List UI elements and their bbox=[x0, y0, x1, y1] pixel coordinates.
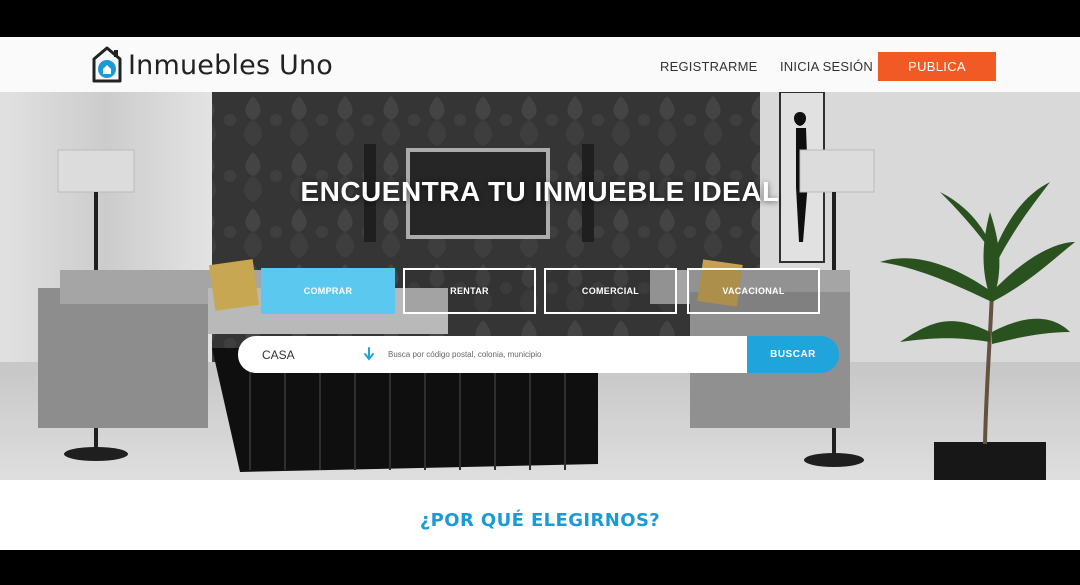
login-link[interactable]: INICIA SESIÓN bbox=[780, 59, 873, 74]
arrow-down-icon[interactable] bbox=[364, 347, 374, 361]
tab-rent[interactable]: RENTAR bbox=[403, 268, 536, 314]
tab-buy[interactable]: COMPRAR bbox=[261, 268, 395, 314]
brand-name: Inmuebles Uno bbox=[128, 49, 333, 81]
hero-banner: ENCUENTRA TU INMUEBLE IDEAL COMPRAR RENT… bbox=[0, 92, 1080, 480]
letterbox-bottom bbox=[0, 550, 1080, 585]
top-navbar: Inmuebles Uno REGISTRARME INICIA SESIÓN … bbox=[0, 37, 1080, 92]
publish-button[interactable]: PUBLICA bbox=[878, 52, 996, 81]
why-choose-us-section: ¿POR QUÉ ELEGIRNOS? bbox=[0, 480, 1080, 550]
search-bar: CASA BUSCAR bbox=[238, 336, 839, 373]
hero-title: ENCUENTRA TU INMUEBLE IDEAL bbox=[300, 176, 780, 207]
property-type-select[interactable]: CASA bbox=[238, 336, 383, 373]
living-room-background bbox=[0, 92, 1080, 480]
section-title: ¿POR QUÉ ELEGIRNOS? bbox=[419, 510, 661, 531]
search-input[interactable] bbox=[383, 336, 747, 373]
letterbox-top bbox=[0, 0, 1080, 37]
tab-vacation[interactable]: VACACIONAL bbox=[687, 268, 820, 314]
search-button[interactable]: BUSCAR bbox=[747, 336, 839, 373]
property-type-value: CASA bbox=[262, 347, 295, 362]
brand-logo[interactable]: Inmuebles Uno bbox=[88, 41, 333, 89]
register-link[interactable]: REGISTRARME bbox=[660, 59, 758, 74]
tab-commercial[interactable]: COMERCIAL bbox=[544, 268, 677, 314]
house-logo-icon bbox=[92, 46, 122, 83]
